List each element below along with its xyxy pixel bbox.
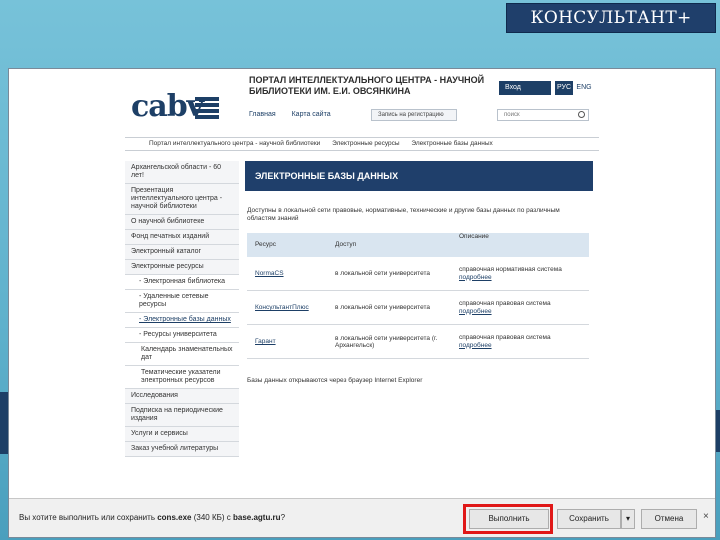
sidebar-subitem-active[interactable]: - Электронные базы данных xyxy=(125,313,239,328)
breadcrumb: Портал интеллектуального центра - научно… xyxy=(125,137,599,151)
db-desc: справочная нормативная система xyxy=(459,265,562,273)
lang-eng-button[interactable]: ENG xyxy=(575,81,593,95)
sidebar-subitem[interactable]: - Ресурсы университета xyxy=(125,328,239,343)
table-row: Гарант в локальной сети университета (г.… xyxy=(247,325,589,359)
db-desc: справочная правовая система xyxy=(459,299,551,307)
sidebar-item[interactable]: Заказ учебной литературы xyxy=(125,442,239,457)
table-row: NormaCS в локальной сети университета сп… xyxy=(247,257,589,291)
table-header: Ресурс Доступ Описание xyxy=(247,233,589,257)
sitemap-link[interactable]: Карта сайта xyxy=(292,111,331,118)
sidebar-item[interactable]: Подписка на периодические издания xyxy=(125,404,239,427)
sidebar-subitem[interactable]: Тематические указатели электронных ресур… xyxy=(125,366,239,389)
decor-bar-left xyxy=(0,392,8,454)
download-message-prefix: Вы хотите выполнить или сохранить xyxy=(19,513,155,522)
db-name-link[interactable]: КонсультантПлюс xyxy=(255,304,309,311)
konsultant-banner: КОНСУЛЬТАНТ+ xyxy=(506,3,716,33)
more-link[interactable]: подробнее xyxy=(459,342,492,349)
sidebar-item[interactable]: Исследования xyxy=(125,389,239,404)
logo-text: cabv xyxy=(131,89,204,124)
download-file-size: (340 КБ) xyxy=(193,513,225,522)
download-host: base.agtu.ru xyxy=(232,513,281,522)
db-access: в локальной сети университета xyxy=(335,270,431,277)
sidebar-subitem[interactable]: - Электронная библиотека xyxy=(125,275,239,290)
save-dropdown-button[interactable]: ▾ xyxy=(621,509,635,529)
download-message: Вы хотите выполнить или сохранить cons.e… xyxy=(19,513,285,522)
sidebar-item[interactable]: Электронный каталог xyxy=(125,245,239,260)
breadcrumb-item[interactable]: Электронные ресурсы xyxy=(332,140,399,147)
register-button[interactable]: Запись на регистрацию xyxy=(371,109,457,121)
table-row: КонсультантПлюс в локальной сети универс… xyxy=(247,291,589,325)
run-button[interactable]: Выполнить xyxy=(469,509,549,529)
column-header: Доступ xyxy=(335,241,357,248)
sidebar-item[interactable]: Услуги и сервисы xyxy=(125,427,239,442)
db-name-link[interactable]: NormaCS xyxy=(255,270,284,277)
close-icon[interactable]: × xyxy=(703,511,709,522)
db-name-link[interactable]: Гарант xyxy=(255,338,276,345)
sidebar-item[interactable]: Фонд печатных изданий xyxy=(125,230,239,245)
column-header: Ресурс xyxy=(255,241,276,248)
top-links: Главная Карта сайта xyxy=(249,111,345,118)
site-logo[interactable]: cabv xyxy=(131,87,204,127)
db-desc: справочная правовая система xyxy=(459,333,551,341)
sidebar: Архангельской области - 60 лет! Презента… xyxy=(125,161,239,457)
sidebar-item[interactable]: Архангельской области - 60 лет! xyxy=(125,161,239,184)
breadcrumb-item[interactable]: Портал интеллектуального центра - научно… xyxy=(149,140,320,147)
intro-text: Доступны в локальной сети правовые, норм… xyxy=(247,207,560,222)
sidebar-item[interactable]: Презентация интеллектуального центра - н… xyxy=(125,184,239,215)
cancel-button[interactable]: Отмена xyxy=(641,509,697,529)
login-label: Вход xyxy=(505,84,521,91)
breadcrumb-item: Электронные базы данных xyxy=(411,140,493,147)
download-file-name: cons.exe xyxy=(157,513,192,522)
sidebar-subitem[interactable]: Календарь знаменательных дат xyxy=(125,343,239,366)
section-title: ЭЛЕКТРОННЫЕ БАЗЫ ДАННЫХ xyxy=(245,161,593,191)
home-link[interactable]: Главная xyxy=(249,111,276,118)
search-input[interactable]: поиск xyxy=(497,109,589,121)
db-access: в локальной сети университета (г. Арханг… xyxy=(335,334,438,349)
download-suffix: ? xyxy=(280,513,286,522)
sidebar-item[interactable]: О научной библиотеке xyxy=(125,215,239,230)
browser-screenshot: cabv ПОРТАЛ ИНТЕЛЛЕКТУАЛЬНОГО ЦЕНТРА - Н… xyxy=(8,68,716,538)
login-button[interactable]: Вход xyxy=(499,81,551,95)
chevron-down-icon: ▾ xyxy=(625,514,630,523)
logo-emblem xyxy=(195,97,219,123)
more-link[interactable]: подробнее xyxy=(459,274,492,281)
browser-note: Базы данных открываются через браузер In… xyxy=(247,377,423,384)
search-icon[interactable] xyxy=(578,111,585,118)
search-placeholder: поиск xyxy=(504,112,520,118)
download-from: с xyxy=(226,513,231,522)
sidebar-item[interactable]: Электронные ресурсы xyxy=(125,260,239,275)
sidebar-subitem[interactable]: - Удаленные сетевые ресурсы xyxy=(125,290,239,313)
portal-title: ПОРТАЛ ИНТЕЛЛЕКТУАЛЬНОГО ЦЕНТРА - НАУЧНО… xyxy=(249,75,485,96)
download-bar: Вы хотите выполнить или сохранить cons.e… xyxy=(9,498,715,537)
save-button[interactable]: Сохранить xyxy=(557,509,621,529)
databases-table: Ресурс Доступ Описание NormaCS в локальн… xyxy=(247,233,589,359)
lang-rus-button[interactable]: РУС xyxy=(555,81,573,95)
db-access: в локальной сети университета xyxy=(335,304,431,311)
column-header: Описание xyxy=(459,233,489,240)
more-link[interactable]: подробнее xyxy=(459,308,492,315)
